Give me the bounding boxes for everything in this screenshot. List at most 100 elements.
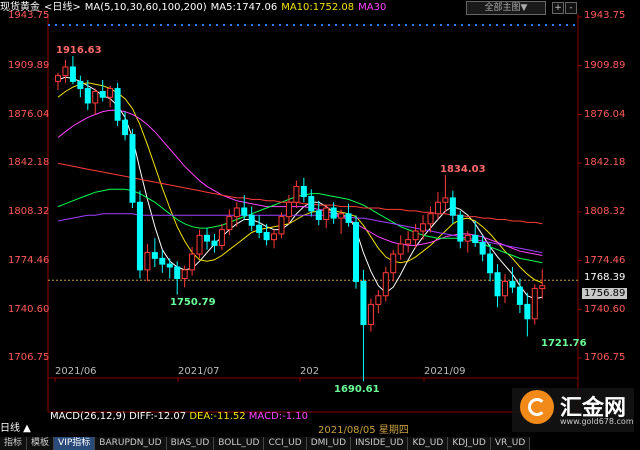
- candle-down: [248, 214, 255, 226]
- candle-down: [345, 213, 352, 223]
- macd-label: MACD(26,12,9): [50, 411, 126, 422]
- high-annotation: 1916.63: [56, 45, 102, 56]
- macd-value: MACD:-1.10: [248, 411, 309, 422]
- candle-up: [278, 216, 285, 235]
- candle-down: [211, 240, 218, 246]
- candle-up: [420, 223, 427, 232]
- logo-icon: [520, 390, 554, 424]
- tab-boll[interactable]: BOLL_UD: [214, 437, 265, 450]
- gold678-logo: 汇金网 www.gold678.com: [512, 388, 634, 432]
- candle-up: [233, 207, 240, 218]
- candle-up: [427, 213, 434, 225]
- candle-down: [524, 303, 531, 320]
- candle-up: [55, 75, 61, 82]
- tab-indicators[interactable]: 指标: [0, 437, 28, 450]
- period-selector[interactable]: 日线 ▲: [0, 422, 31, 436]
- candle-down: [479, 242, 486, 255]
- candle-up: [434, 201, 441, 215]
- candle-down: [315, 210, 322, 221]
- tab-vip-indicators[interactable]: VIP指标: [54, 437, 96, 450]
- price-tick: 1808.32: [8, 206, 50, 217]
- low-annotation: 1750.79: [170, 297, 216, 308]
- low-annotation: 1690.61: [334, 384, 380, 395]
- zoom-in-button[interactable]: +: [552, 2, 564, 14]
- price-tick: 1876.04: [8, 109, 50, 120]
- candle-down: [174, 266, 181, 280]
- candle-up: [338, 213, 345, 219]
- candle-up: [144, 252, 151, 271]
- candle-up: [442, 197, 449, 203]
- date-tick: 2021/06: [55, 366, 97, 377]
- price-tick: 1740.60: [8, 304, 50, 315]
- hover-date-label: 2021/08/05 星期四: [318, 421, 409, 436]
- candle-down: [159, 257, 166, 265]
- candle-up: [271, 233, 278, 241]
- candle-up: [464, 234, 471, 242]
- chart-header: 现货黄金 <日线> MA(5,10,30,60,100,200) MA5:1747.0…: [0, 0, 390, 16]
- candle-up: [382, 272, 389, 297]
- tab-dmi[interactable]: DMI_UD: [306, 437, 352, 450]
- candle-down: [166, 263, 173, 268]
- price-tick: 1909.89: [584, 60, 626, 71]
- tab-vr[interactable]: VR_UD: [490, 437, 531, 450]
- candle-up: [397, 243, 404, 255]
- date-tick: 2021/07: [178, 366, 220, 377]
- price-tick: 1706.75: [8, 352, 50, 363]
- candle-down: [122, 119, 129, 136]
- tab-inside[interactable]: INSIDE_UD: [351, 437, 409, 450]
- tab-barupdn[interactable]: BARUPDN_UD: [95, 437, 167, 450]
- high-annotation: 1834.03: [440, 164, 486, 175]
- candle-up: [405, 239, 412, 245]
- macd-dea: DEA:-11.52: [189, 411, 246, 422]
- price-chart[interactable]: [0, 0, 640, 450]
- ma10-value: MA10:1752.08: [281, 2, 355, 13]
- tab-templates[interactable]: 模板: [27, 437, 55, 450]
- tab-kdj[interactable]: KDJ_UD: [448, 437, 491, 450]
- candle-down: [449, 197, 456, 216]
- candle-up: [502, 280, 508, 297]
- candle-up: [218, 229, 225, 246]
- candle-up: [531, 288, 538, 320]
- logo-url: www.gold678.com: [560, 417, 634, 426]
- price-tick: 1842.18: [8, 157, 50, 168]
- main-chart-mode-dropdown[interactable]: 全部主图▼: [466, 1, 546, 15]
- candle-down: [300, 185, 307, 197]
- indicator-tab-bar: 指标 模板 VIP指标 BARUPDN_UD BIAS_UD BOLL_UD C…: [0, 437, 531, 450]
- candle-up: [92, 90, 99, 104]
- price-tick: 1774.46: [584, 255, 626, 266]
- price-tick: 1774.46: [8, 255, 50, 266]
- candle-down: [457, 214, 464, 242]
- low-annotation: 1721.76: [541, 338, 587, 349]
- candle-up: [375, 295, 382, 305]
- ma100-line: [57, 213, 543, 254]
- tab-bias[interactable]: BIAS_UD: [166, 437, 215, 450]
- price-tick: 1876.04: [584, 109, 626, 120]
- candle-down: [516, 286, 523, 305]
- candle-down: [129, 134, 136, 203]
- candle-down: [114, 88, 121, 121]
- candle-up: [323, 207, 330, 221]
- candle-down: [360, 280, 367, 326]
- tab-kd[interactable]: KD_UD: [408, 437, 449, 450]
- macd-diff: DIFF:-12.07: [129, 411, 187, 422]
- price-tick: 1842.18: [584, 157, 626, 168]
- candle-down: [263, 231, 270, 241]
- candle-down: [472, 234, 479, 244]
- price-tick: 1740.60: [584, 304, 626, 315]
- price-tick: 1943.75: [8, 10, 50, 21]
- date-tick: 202: [300, 366, 320, 377]
- candle-down: [204, 234, 210, 242]
- price-tick: 1909.89: [8, 60, 50, 71]
- zoom-out-button[interactable]: -: [565, 2, 577, 14]
- candle-up: [62, 66, 69, 77]
- candle-up: [390, 253, 397, 274]
- candle-down: [84, 88, 91, 104]
- candle-down: [99, 90, 106, 98]
- date-tick: 2021/09: [424, 366, 466, 377]
- price-tick: 1808.32: [584, 206, 626, 217]
- tab-cci[interactable]: CCI_UD: [264, 437, 307, 450]
- candle-down: [241, 207, 248, 216]
- candle-down: [77, 80, 84, 90]
- ma5-value: MA5:1747.06: [210, 2, 278, 13]
- candle-up: [293, 185, 300, 203]
